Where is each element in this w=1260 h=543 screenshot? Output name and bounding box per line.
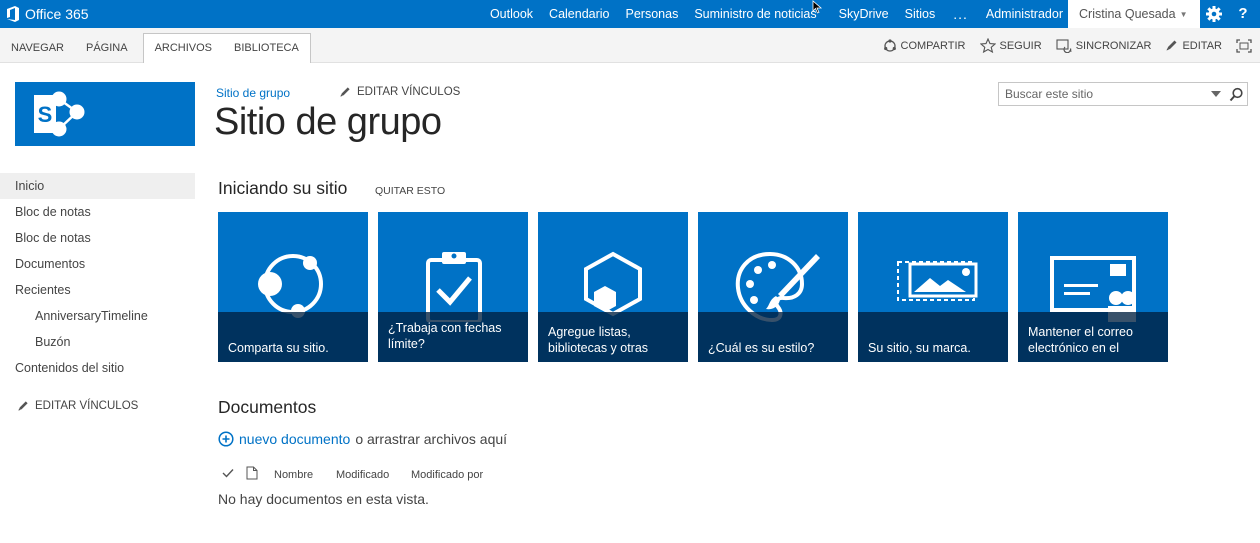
- sync-label: SINCRONIZAR: [1075, 39, 1152, 52]
- follow-label: SEGUIR: [999, 39, 1042, 52]
- drag-files-hint: o arrastrar archivos aquí: [355, 431, 508, 447]
- document-list-header: Nombre Modificado Modificado por: [222, 466, 483, 483]
- tab-navegar[interactable]: NAVEGAR: [0, 34, 75, 63]
- share-button[interactable]: COMPARTIR: [883, 38, 966, 53]
- nav-sitios[interactable]: Sitios: [897, 7, 944, 21]
- fullscreen-icon: [1236, 38, 1252, 53]
- share-icon: [258, 254, 323, 318]
- ribbon: NAVEGAR PÁGINA ARCHIVOS BIBLIOTECA COMPA…: [0, 28, 1260, 63]
- getting-started-tiles: Comparta su sitio. ¿Trabaja con fechas l…: [218, 212, 1178, 362]
- tile-label: ¿Cuál es su estilo?: [698, 312, 848, 362]
- plus-circle-icon[interactable]: [218, 431, 234, 447]
- column-nombre[interactable]: Nombre: [274, 469, 336, 481]
- nav-personas[interactable]: Personas: [618, 7, 687, 21]
- office-logo-icon: [7, 6, 19, 22]
- getting-started-title: Iniciando su sitio: [218, 178, 348, 198]
- ql-anniversary-timeline[interactable]: AnniversaryTimeline: [0, 303, 195, 329]
- ribbon-tabs: NAVEGAR PÁGINA ARCHIVOS BIBLIOTECA: [0, 33, 311, 63]
- tile-label: Su sitio, su marca.: [858, 312, 1008, 362]
- tile-deadlines[interactable]: ¿Trabaja con fechas límite?: [378, 212, 528, 362]
- nav-calendario[interactable]: Calendario: [541, 7, 617, 21]
- ql-buzon[interactable]: Buzón: [0, 329, 195, 355]
- ql-bloc-notas-1[interactable]: Bloc de notas: [0, 199, 195, 225]
- select-all-checkmark-icon[interactable]: [222, 468, 246, 481]
- focus-on-content-button[interactable]: [1236, 38, 1256, 53]
- ribbon-actions: COMPARTIR SEGUIR SINCRONIZAR EDITAR: [883, 28, 1260, 63]
- search-scope-dropdown-icon[interactable]: [1211, 91, 1221, 98]
- pencil-icon: [18, 401, 28, 411]
- tile-add-apps[interactable]: Agregue listas, bibliotecas y otras: [538, 212, 688, 362]
- suite-bar: Office 365 Outlook Calendario Personas S…: [0, 0, 1260, 28]
- star-icon: [979, 38, 996, 53]
- new-document-row: nuevo documento o arrastrar archivos aqu…: [218, 431, 507, 447]
- breadcrumb[interactable]: Sitio de grupo: [216, 86, 290, 100]
- ql-recientes[interactable]: Recientes: [0, 277, 195, 303]
- pencil-icon: [340, 87, 350, 97]
- ql-contenidos-sitio[interactable]: Contenidos del sitio: [0, 355, 195, 381]
- ql-inicio[interactable]: Inicio: [0, 173, 195, 199]
- tile-branding[interactable]: Su sitio, su marca.: [858, 212, 1008, 362]
- search-input[interactable]: [1005, 87, 1205, 101]
- office365-brand[interactable]: Office 365: [6, 4, 89, 24]
- tile-label: Agregue listas, bibliotecas y otras: [538, 312, 688, 362]
- user-name: Cristina Quesada: [1079, 7, 1176, 21]
- documents-title: Documentos: [218, 397, 317, 417]
- svg-text:S: S: [38, 102, 53, 127]
- apps-hexagon-icon: [584, 251, 642, 317]
- tab-archivos[interactable]: ARCHIVOS: [144, 34, 223, 63]
- ql-documentos[interactable]: Documentos: [0, 251, 195, 277]
- tile-share-site[interactable]: Comparta su sitio.: [218, 212, 368, 362]
- ql-edit-links-label: EDITAR VÍNCULOS: [35, 400, 139, 412]
- new-document-link[interactable]: nuevo documento: [239, 431, 350, 447]
- nav-outlook[interactable]: Outlook: [482, 7, 541, 21]
- brand-label: Office 365: [25, 6, 89, 22]
- library-tools-tab-group: ARCHIVOS BIBLIOTECA: [142, 33, 311, 63]
- nav-skydrive[interactable]: SkyDrive: [825, 7, 897, 21]
- ql-bloc-notas-2[interactable]: Bloc de notas: [0, 225, 195, 251]
- tab-pagina[interactable]: PÁGINA: [75, 34, 139, 63]
- tab-biblioteca[interactable]: BIBLIOTECA: [223, 34, 310, 63]
- remove-getting-started-link[interactable]: QUITAR ESTO: [375, 185, 445, 197]
- tile-label: Comparta su sitio.: [218, 312, 368, 362]
- sync-button[interactable]: SINCRONIZAR: [1056, 38, 1152, 53]
- page-title: Sitio de grupo: [214, 101, 442, 143]
- quick-launch: Inicio Bloc de notas Bloc de notas Docum…: [0, 173, 195, 381]
- help-icon[interactable]: ?: [1233, 4, 1253, 24]
- search-icon[interactable]: [1229, 87, 1244, 102]
- palette-icon: [735, 251, 820, 322]
- tile-label: Mantener el correo electrónico en el: [1018, 312, 1168, 362]
- share-icon: [883, 38, 896, 52]
- nav-suministro[interactable]: Suministro de noticias: [686, 7, 824, 21]
- search-box: [998, 82, 1248, 106]
- sync-icon: [1056, 39, 1072, 53]
- ql-edit-links-button[interactable]: EDITAR VÍNCULOS: [17, 400, 138, 412]
- empty-view-message: No hay documentos en esta vista.: [218, 491, 429, 507]
- top-navigation: Outlook Calendario Personas Suministro d…: [482, 0, 1071, 28]
- column-modificado[interactable]: Modificado: [336, 469, 411, 481]
- edit-label: EDITAR: [1182, 39, 1222, 52]
- top-edit-links-label: EDITAR VÍNCULOS: [357, 86, 461, 98]
- nav-administrador[interactable]: Administrador: [978, 7, 1071, 21]
- tile-style[interactable]: ¿Cuál es su estilo?: [698, 212, 848, 362]
- share-label: COMPARTIR: [900, 39, 966, 52]
- mouse-cursor-icon: [812, 0, 823, 14]
- email-card-icon: [1050, 256, 1136, 322]
- follow-button[interactable]: SEGUIR: [979, 38, 1042, 53]
- top-edit-links-button[interactable]: EDITAR VÍNCULOS: [339, 86, 460, 98]
- clipboard-check-icon: [426, 252, 482, 322]
- edit-button[interactable]: EDITAR: [1165, 39, 1222, 52]
- tile-label: ¿Trabaja con fechas límite?: [378, 312, 528, 362]
- user-menu[interactable]: Cristina Quesada ▼: [1068, 0, 1200, 28]
- chevron-down-icon: ▼: [1179, 9, 1188, 19]
- nav-more[interactable]: ...: [943, 6, 978, 22]
- sharepoint-logo-icon: S: [34, 91, 85, 137]
- site-logo[interactable]: S: [15, 82, 195, 146]
- file-type-icon[interactable]: [246, 466, 274, 483]
- column-modificado-por[interactable]: Modificado por: [411, 469, 483, 481]
- brand-image-icon: [897, 261, 978, 301]
- pencil-icon: [1166, 40, 1177, 51]
- tile-email[interactable]: Mantener el correo electrónico en el: [1018, 212, 1168, 362]
- gear-icon[interactable]: [1204, 4, 1224, 24]
